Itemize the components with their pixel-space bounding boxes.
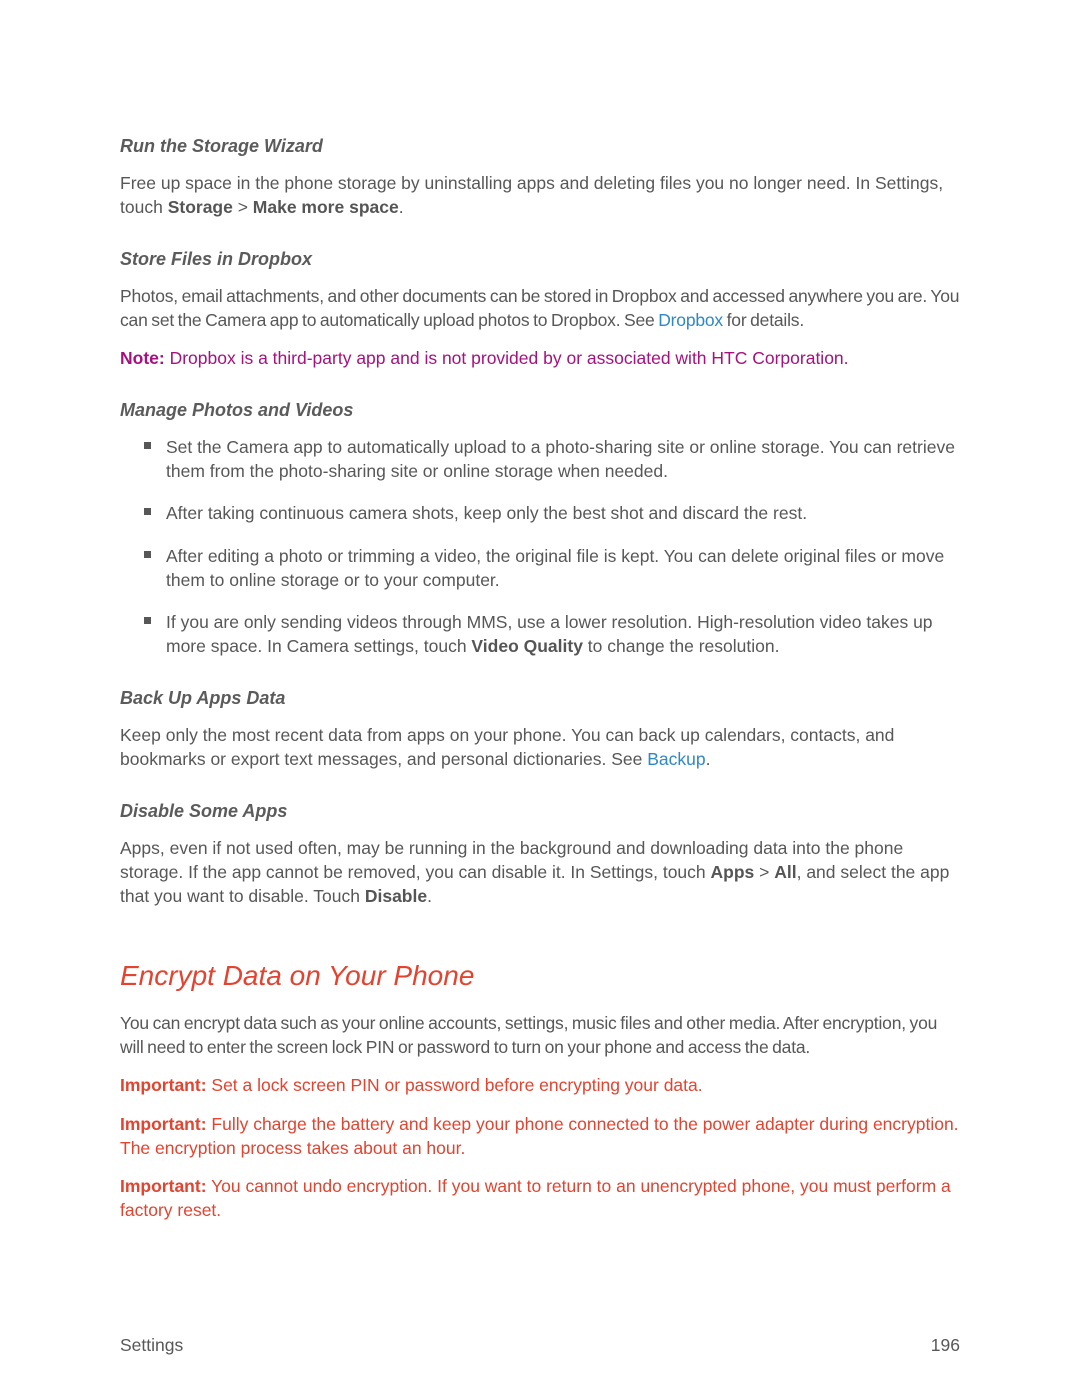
section-dropbox: Store Files in Dropbox Photos, email att… (120, 247, 960, 370)
paragraph: You can encrypt data such as your online… (120, 1011, 960, 1059)
text: . (399, 197, 404, 217)
text: After editing a photo or trimming a vide… (166, 546, 944, 590)
list-item: If you are only sending videos through M… (144, 610, 960, 658)
important-label: Important: (120, 1114, 207, 1134)
footer-section: Settings (120, 1333, 183, 1357)
text: > (233, 197, 253, 217)
important-body: Fully charge the battery and keep your p… (120, 1114, 959, 1158)
heading-photos: Manage Photos and Videos (120, 398, 960, 423)
text: for details. (723, 310, 804, 330)
text: to change the resolution. (583, 636, 780, 656)
bold-text: Apps (711, 862, 755, 882)
important-label: Important: (120, 1176, 207, 1196)
note: Note: Dropbox is a third-party app and i… (120, 346, 960, 370)
section-encrypt: Encrypt Data on Your Phone You can encry… (120, 957, 960, 1223)
note-label: Note: (120, 348, 165, 368)
text: . (427, 886, 432, 906)
heading-dropbox: Store Files in Dropbox (120, 247, 960, 272)
page-footer: Settings 196 (120, 1333, 960, 1357)
footer-page-number: 196 (931, 1333, 960, 1357)
heading-encrypt: Encrypt Data on Your Phone (120, 957, 960, 996)
text: > (754, 862, 774, 882)
bold-text: Storage (168, 197, 233, 217)
paragraph: Apps, even if not used often, may be run… (120, 836, 960, 908)
text: After taking continuous camera shots, ke… (166, 503, 807, 523)
section-backup: Back Up Apps Data Keep only the most rec… (120, 686, 960, 771)
bold-text: Video Quality (471, 636, 583, 656)
list-item: After taking continuous camera shots, ke… (144, 501, 960, 525)
text: Photos, email attachments, and other doc… (120, 286, 959, 330)
bold-text: Make more space (253, 197, 399, 217)
section-disable: Disable Some Apps Apps, even if not used… (120, 799, 960, 908)
bold-text: All (774, 862, 796, 882)
text: Keep only the most recent data from apps… (120, 725, 894, 769)
section-storage-wizard: Run the Storage Wizard Free up space in … (120, 134, 960, 219)
list-item: After editing a photo or trimming a vide… (144, 544, 960, 592)
paragraph: Photos, email attachments, and other doc… (120, 284, 960, 332)
section-photos: Manage Photos and Videos Set the Camera … (120, 398, 960, 658)
link-dropbox[interactable]: Dropbox (658, 310, 723, 330)
heading-storage-wizard: Run the Storage Wizard (120, 134, 960, 159)
important-label: Important: (120, 1075, 207, 1095)
important-note: Important: Set a lock screen PIN or pass… (120, 1073, 960, 1097)
important-body: You cannot undo encryption. If you want … (120, 1176, 951, 1220)
heading-backup: Back Up Apps Data (120, 686, 960, 711)
text: Set the Camera app to automatically uplo… (166, 437, 955, 481)
paragraph: Keep only the most recent data from apps… (120, 723, 960, 771)
list-item: Set the Camera app to automatically uplo… (144, 435, 960, 483)
important-body: Set a lock screen PIN or password before… (207, 1075, 703, 1095)
document-page: Run the Storage Wizard Free up space in … (0, 0, 1080, 1397)
bullet-list: Set the Camera app to automatically uplo… (120, 435, 960, 658)
bold-text: Disable (365, 886, 427, 906)
note-body: Dropbox is a third-party app and is not … (165, 348, 849, 368)
paragraph: Free up space in the phone storage by un… (120, 171, 960, 219)
important-note: Important: You cannot undo encryption. I… (120, 1174, 960, 1222)
heading-disable: Disable Some Apps (120, 799, 960, 824)
text: . (706, 749, 711, 769)
link-backup[interactable]: Backup (647, 749, 705, 769)
important-note: Important: Fully charge the battery and … (120, 1112, 960, 1160)
